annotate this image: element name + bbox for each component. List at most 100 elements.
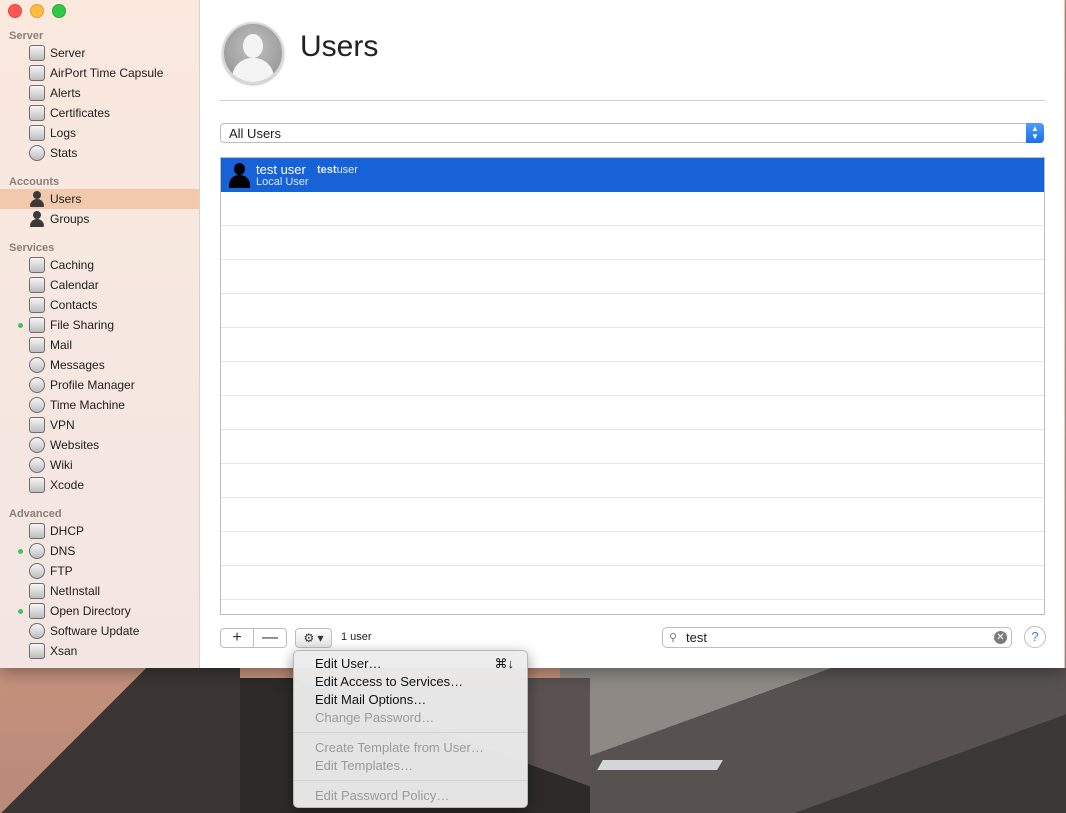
sidebar-item-airport-time-capsule[interactable]: AirPort Time Capsule <box>0 63 199 83</box>
sidebar-item-alerts[interactable]: Alerts <box>0 83 199 103</box>
add-remove-control: + — <box>220 628 287 648</box>
xcode-icon <box>29 477 45 493</box>
sidebar-item-label: Open Directory <box>50 604 131 618</box>
table-row-empty <box>221 328 1044 362</box>
user-silhouette-icon <box>227 162 251 188</box>
sidebar-item-label: DNS <box>50 544 76 558</box>
table-row-empty <box>221 260 1044 294</box>
vpn-icon <box>29 417 45 433</box>
wiki-icon <box>29 457 45 473</box>
sidebar-item-ftp[interactable]: FTP <box>0 561 199 581</box>
alerts-icon <box>29 85 45 101</box>
sidebar-item-label: DHCP <box>50 524 85 538</box>
sidebar-item-label: FTP <box>50 564 73 578</box>
menu-shortcut-edit-user: ⌘↓ <box>494 656 515 671</box>
dhcp-icon <box>29 523 45 539</box>
sidebar-item-contacts[interactable]: Contacts <box>0 295 199 315</box>
menu-item-edit-user[interactable]: Edit User… <box>315 656 381 671</box>
sidebar-item-vpn[interactable]: VPN <box>0 415 199 435</box>
sidebar-item-server[interactable]: Server <box>0 43 199 63</box>
table-row-empty <box>221 294 1044 328</box>
software-update-icon <box>29 623 45 639</box>
sidebar-item-netinstall[interactable]: NetInstall <box>0 581 199 601</box>
user-filter-value: All Users <box>229 126 282 141</box>
remove-user-button[interactable]: — <box>254 629 286 647</box>
menu-item-edit-mail-options[interactable]: Edit Mail Options… <box>315 692 426 707</box>
sidebar-item-users[interactable]: Users <box>0 189 199 209</box>
gear-action-button[interactable]: ⚙︎ ▾ <box>295 628 332 648</box>
sidebar-item-messages[interactable]: Messages <box>0 355 199 375</box>
minimize-window-button[interactable] <box>30 4 44 18</box>
table-row-empty <box>221 192 1044 226</box>
user-type: Local User <box>256 176 309 188</box>
table-row-empty <box>221 362 1044 396</box>
menu-item-edit-templates: Edit Templates… <box>315 758 414 773</box>
sidebar-item-xcode[interactable]: Xcode <box>0 475 199 495</box>
sidebar-item-software-update[interactable]: Software Update <box>0 621 199 641</box>
search-field[interactable]: ⚲ test ✕ <box>662 627 1012 648</box>
add-user-button[interactable]: + <box>221 629 254 647</box>
sidebar-item-groups[interactable]: Groups <box>0 209 199 229</box>
users-avatar-icon <box>222 22 284 84</box>
sidebar-item-stats[interactable]: Stats <box>0 143 199 163</box>
server-app-window: Server Server AirPort Time Capsule Alert… <box>0 0 1065 668</box>
close-window-button[interactable] <box>8 4 22 18</box>
table-row-empty <box>221 464 1044 498</box>
help-button[interactable]: ? <box>1024 626 1046 648</box>
chevron-updown-icon: ▲ ▼ <box>1026 123 1044 143</box>
sidebar-item-file-sharing[interactable]: File Sharing <box>0 315 199 335</box>
user-icon <box>29 191 45 207</box>
gear-context-menu: Edit User… ⌘↓ Edit Access to Services… E… <box>293 650 528 808</box>
websites-icon <box>29 437 45 453</box>
user-short-name-match: test <box>317 164 337 176</box>
sidebar-item-mail[interactable]: Mail <box>0 335 199 355</box>
sidebar-item-caching[interactable]: Caching <box>0 255 199 275</box>
menu-item-edit-password-policy: Edit Password Policy… <box>315 788 450 803</box>
sidebar-item-wiki[interactable]: Wiki <box>0 455 199 475</box>
table-row-empty <box>221 430 1044 464</box>
ftp-icon <box>29 563 45 579</box>
sidebar-item-websites[interactable]: Websites <box>0 435 199 455</box>
status-dot-icon <box>18 609 23 614</box>
sidebar-item-dhcp[interactable]: DHCP <box>0 521 199 541</box>
sidebar-item-logs[interactable]: Logs <box>0 123 199 143</box>
clear-search-icon[interactable]: ✕ <box>994 631 1007 644</box>
sidebar-item-label: Alerts <box>50 86 81 100</box>
sidebar-section-server: Server <box>9 30 44 42</box>
sidebar-item-label: Websites <box>50 438 100 452</box>
sidebar-item-dns[interactable]: DNS <box>0 541 199 561</box>
sidebar-item-label: Caching <box>50 258 95 272</box>
sidebar-item-label: Calendar <box>50 278 99 292</box>
sidebar-item-label: Messages <box>50 358 105 372</box>
sidebar-item-open-directory[interactable]: Open Directory <box>0 601 199 621</box>
status-dot-icon <box>18 323 23 328</box>
sidebar-section-advanced: Advanced <box>9 508 62 520</box>
zoom-window-button[interactable] <box>52 4 66 18</box>
user-short-name: testuser <box>317 164 358 176</box>
table-row[interactable]: test user testuser Local User <box>221 158 1044 192</box>
menu-item-edit-access-to-services[interactable]: Edit Access to Services… <box>315 674 463 689</box>
groups-icon <box>29 211 45 227</box>
sidebar-item-calendar[interactable]: Calendar <box>0 275 199 295</box>
calendar-icon <box>29 277 45 293</box>
sidebar-item-xsan[interactable]: Xsan <box>0 641 199 661</box>
sidebar-item-label: AirPort Time Capsule <box>50 66 164 80</box>
search-input[interactable]: test <box>686 630 707 645</box>
sidebar-item-label: Xsan <box>50 644 78 658</box>
sidebar-item-profile-manager[interactable]: Profile Manager <box>0 375 199 395</box>
table-row-empty <box>221 226 1044 260</box>
users-list[interactable]: test user testuser Local User <box>220 157 1045 615</box>
table-row-empty <box>221 566 1044 600</box>
desktop-wallpaper-snow <box>597 760 723 770</box>
divider <box>220 100 1045 101</box>
desktop-wallpaper-mountains <box>0 668 1066 813</box>
stats-icon <box>29 145 45 161</box>
sidebar-item-label: Groups <box>50 212 90 226</box>
file-sharing-icon <box>29 317 45 333</box>
sidebar-item-certificates[interactable]: Certificates <box>0 103 199 123</box>
table-row-empty <box>221 396 1044 430</box>
sidebar-item-label: Stats <box>50 146 78 160</box>
user-filter-popup[interactable]: All Users ▲ ▼ <box>220 123 1044 143</box>
server-icon <box>29 45 45 61</box>
sidebar-item-time-machine[interactable]: Time Machine <box>0 395 199 415</box>
